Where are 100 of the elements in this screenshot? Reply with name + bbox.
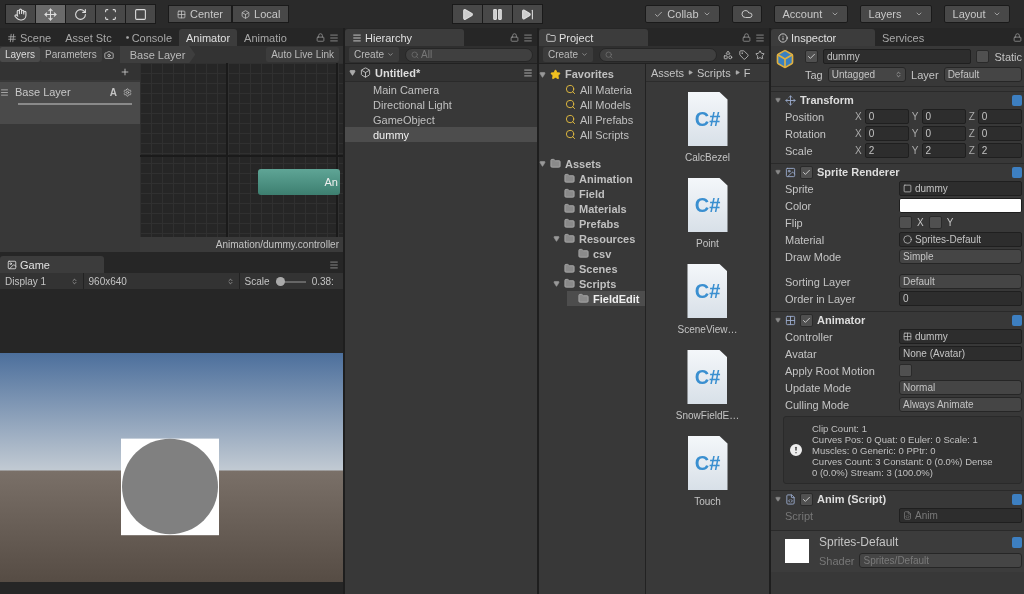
object-field[interactable]: dummy xyxy=(899,329,1022,344)
sub-tab[interactable]: Layers xyxy=(0,47,40,62)
panel-tab[interactable]: Console xyxy=(118,29,180,46)
number-field[interactable]: 0 xyxy=(921,109,966,124)
text-field[interactable]: None (Avatar) xyxy=(899,346,1022,361)
favorite-item[interactable]: All Materia xyxy=(580,83,632,96)
help-icon[interactable] xyxy=(1012,536,1022,548)
enable-checkbox[interactable] xyxy=(800,492,813,506)
folder-name[interactable]: Prefabs xyxy=(579,217,620,230)
number-field[interactable]: 0 xyxy=(977,126,1022,141)
lock-icon[interactable] xyxy=(1013,33,1022,42)
favorite-item[interactable]: All Models xyxy=(580,98,631,111)
collapse-icon[interactable] xyxy=(775,317,781,323)
number-field[interactable]: 2 xyxy=(864,143,909,158)
hierarchy-tab[interactable]: Hierarchy xyxy=(345,29,464,46)
live-link-button[interactable]: Auto Live Link xyxy=(266,47,339,62)
lock-icon[interactable] xyxy=(742,33,751,42)
dropdown[interactable]: Simple xyxy=(899,249,1022,264)
breadcrumb[interactable]: Base Layer xyxy=(119,46,196,63)
breadcrumb-item[interactable]: F xyxy=(743,66,751,79)
layer-dropdown[interactable]: Default xyxy=(943,67,1022,82)
scale-tool-button[interactable] xyxy=(95,4,126,24)
favorite-item[interactable]: All Prefabs xyxy=(580,113,634,126)
folder-name[interactable]: Materials xyxy=(579,202,627,215)
play-button[interactable] xyxy=(452,4,484,24)
create-button[interactable]: Create xyxy=(543,47,593,62)
hierarchy-item[interactable]: dummy xyxy=(345,127,537,142)
dropdown[interactable]: Always Animate xyxy=(899,397,1022,412)
favorites-header[interactable]: Favorites xyxy=(565,68,614,80)
menu-icon[interactable] xyxy=(329,259,339,270)
component-title[interactable]: Animator xyxy=(817,314,866,326)
tag-icon[interactable] xyxy=(739,49,749,60)
active-checkbox[interactable] xyxy=(805,50,818,63)
scale-slider[interactable] xyxy=(275,276,306,286)
tag-dropdown[interactable]: Untagged xyxy=(827,67,907,82)
expand-icon[interactable] xyxy=(539,70,546,78)
enable-checkbox[interactable] xyxy=(800,313,813,327)
pause-button[interactable] xyxy=(482,4,514,24)
object-field[interactable]: Sprites-Default xyxy=(899,232,1022,247)
breadcrumb-item[interactable]: Assets xyxy=(651,66,684,79)
collapse-icon[interactable] xyxy=(775,97,781,103)
help-icon[interactable] xyxy=(1012,493,1022,505)
folder-name[interactable]: Resources xyxy=(579,232,636,245)
text-field[interactable]: 0 xyxy=(899,291,1022,306)
help-icon[interactable] xyxy=(1012,314,1022,326)
gear-icon[interactable] xyxy=(123,87,132,97)
drag-handle-icon[interactable] xyxy=(0,87,9,97)
step-button[interactable] xyxy=(512,4,544,24)
name-field[interactable]: dummy xyxy=(823,49,972,64)
star-icon[interactable] xyxy=(755,49,765,60)
number-field[interactable]: 0 xyxy=(864,109,909,124)
inspector-tab[interactable]: Inspector xyxy=(771,29,875,46)
static-checkbox[interactable] xyxy=(976,50,990,63)
checkbox[interactable] xyxy=(928,216,942,229)
enable-checkbox[interactable] xyxy=(800,165,813,179)
file-name[interactable]: SnowFieldE… xyxy=(675,410,740,421)
hand-tool-button[interactable] xyxy=(5,4,36,24)
layer-item[interactable]: Base Layer A xyxy=(0,82,140,124)
layers-button[interactable]: Layers xyxy=(859,5,932,23)
number-field[interactable]: 0 xyxy=(864,126,909,141)
panel-tab[interactable]: Asset Stc xyxy=(58,29,119,46)
panel-tab[interactable]: Animatio xyxy=(237,29,294,46)
cloud-button[interactable] xyxy=(731,5,762,23)
folder-name[interactable]: Animation xyxy=(579,172,633,185)
folder-name[interactable]: Scripts xyxy=(579,277,617,290)
folder-name[interactable]: Scenes xyxy=(579,262,618,275)
breadcrumb-item[interactable]: Scripts xyxy=(697,66,731,79)
expand-icon[interactable] xyxy=(553,235,560,242)
dropdown[interactable]: Normal xyxy=(899,380,1022,395)
search-field[interactable] xyxy=(599,47,717,62)
folder-name[interactable]: csv xyxy=(593,247,612,260)
filter-type-icon[interactable] xyxy=(723,49,733,60)
dropdown[interactable]: Default xyxy=(899,274,1022,289)
expand-icon[interactable] xyxy=(553,280,560,287)
hierarchy-item[interactable]: Main Camera xyxy=(345,82,537,97)
number-field[interactable]: 2 xyxy=(977,143,1022,158)
rotate-tool-button[interactable] xyxy=(65,4,96,24)
slider-thumb[interactable] xyxy=(275,276,285,286)
number-field[interactable]: 2 xyxy=(921,143,966,158)
account-button[interactable]: Account xyxy=(773,5,848,23)
lock-icon[interactable] xyxy=(510,33,519,42)
file-name[interactable]: Point xyxy=(696,238,719,249)
menu-icon[interactable] xyxy=(329,32,339,43)
pivot-button[interactable]: Center xyxy=(168,5,233,23)
layout-button[interactable]: Layout xyxy=(943,5,1010,23)
folder-name[interactable]: Assets xyxy=(565,157,602,170)
component-title[interactable]: Transform xyxy=(800,94,854,106)
number-field[interactable]: 0 xyxy=(977,109,1022,124)
menu-icon[interactable] xyxy=(523,67,533,78)
game-tab[interactable]: Game xyxy=(0,256,104,273)
hierarchy-item[interactable]: Directional Light xyxy=(345,97,537,112)
number-field[interactable]: 0 xyxy=(921,126,966,141)
file-name[interactable]: SceneView… xyxy=(677,324,738,335)
hierarchy-item[interactable]: GameObject xyxy=(345,112,537,127)
collab-button[interactable]: Collab xyxy=(645,5,720,23)
project-tab[interactable]: Project xyxy=(539,29,648,46)
rect-tool-button[interactable] xyxy=(125,4,156,24)
add-icon[interactable] xyxy=(120,66,130,77)
file-name[interactable]: CalcBezel xyxy=(685,152,730,163)
checkbox[interactable] xyxy=(899,364,912,377)
